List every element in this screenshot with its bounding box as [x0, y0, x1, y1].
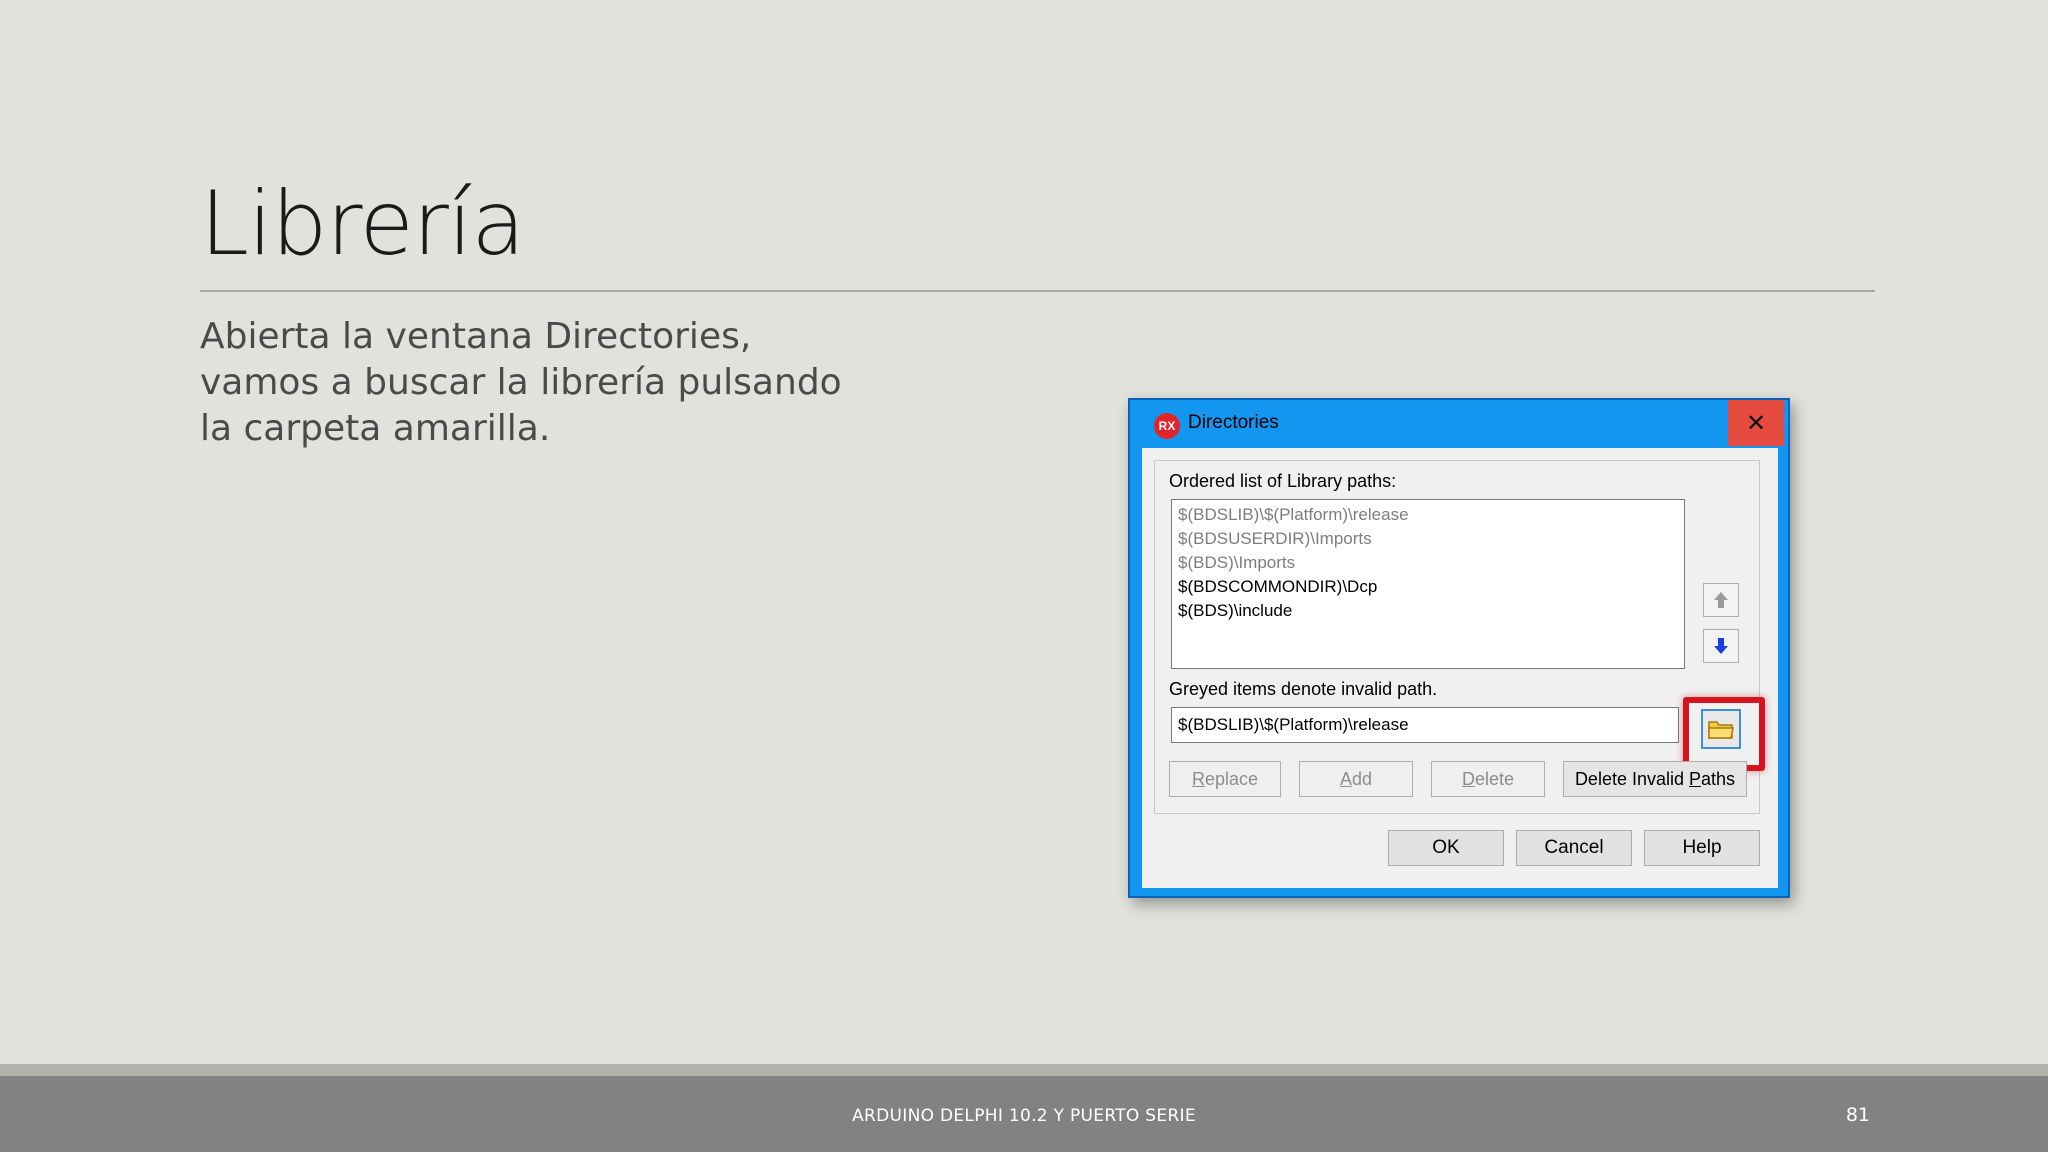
delete-invalid-paths-button[interactable]: Delete Invalid Paths [1563, 761, 1747, 797]
folder-icon [1708, 721, 1734, 739]
list-item[interactable]: $(BDSUSERDIR)\Imports [1178, 527, 1678, 551]
close-button[interactable]: ✕ [1728, 400, 1784, 446]
list-item[interactable]: $(BDS)\include [1178, 599, 1678, 623]
list-label: Ordered list of Library paths: [1169, 471, 1397, 491]
replace-button[interactable]: Replace [1169, 761, 1281, 797]
move-up-button[interactable] [1703, 583, 1739, 617]
browse-folder-button[interactable] [1701, 709, 1741, 749]
cancel-button[interactable]: Cancel [1516, 830, 1632, 866]
rad-studio-icon: RX [1154, 413, 1180, 439]
slide-body-text: Abierta la ventana Directories, vamos a … [200, 316, 842, 449]
dialog-client-area: Ordered list of Library paths: $(BDSLIB)… [1142, 448, 1778, 888]
path-input[interactable]: $(BDSLIB)\$(Platform)\release [1171, 707, 1679, 743]
invalid-path-hint: Greyed items denote invalid path. [1169, 679, 1438, 699]
list-item[interactable]: $(BDS)\Imports [1178, 551, 1678, 575]
page-number: 81 [1845, 1104, 1870, 1126]
arrow-down-icon [1714, 638, 1728, 654]
add-button[interactable]: Add [1299, 761, 1413, 797]
ok-button[interactable]: OK [1388, 830, 1504, 866]
move-down-button[interactable] [1703, 629, 1739, 663]
slide-title: Librería [200, 172, 525, 275]
dialog-title: Directories [1188, 412, 1279, 433]
directories-dialog: RX Directories ✕ Ordered list of Library… [1128, 398, 1790, 898]
paths-group: Ordered list of Library paths: $(BDSLIB)… [1154, 460, 1765, 814]
list-item[interactable]: $(BDSLIB)\$(Platform)\release [1178, 503, 1678, 527]
close-icon: ✕ [1745, 409, 1767, 437]
footer-text: ARDUINO DELPHI 10.2 Y PUERTO SERIE [852, 1106, 1196, 1126]
list-item[interactable]: $(BDSCOMMONDIR)\Dcp [1178, 575, 1678, 599]
arrow-up-icon [1714, 592, 1728, 608]
title-divider [200, 290, 1875, 292]
help-button[interactable]: Help [1644, 830, 1760, 866]
footer-strip [0, 1064, 2048, 1076]
delete-button[interactable]: Delete [1431, 761, 1545, 797]
library-paths-list[interactable]: $(BDSLIB)\$(Platform)\release $(BDSUSERD… [1171, 499, 1685, 669]
dialog-titlebar[interactable]: RX Directories ✕ [1130, 400, 1788, 448]
